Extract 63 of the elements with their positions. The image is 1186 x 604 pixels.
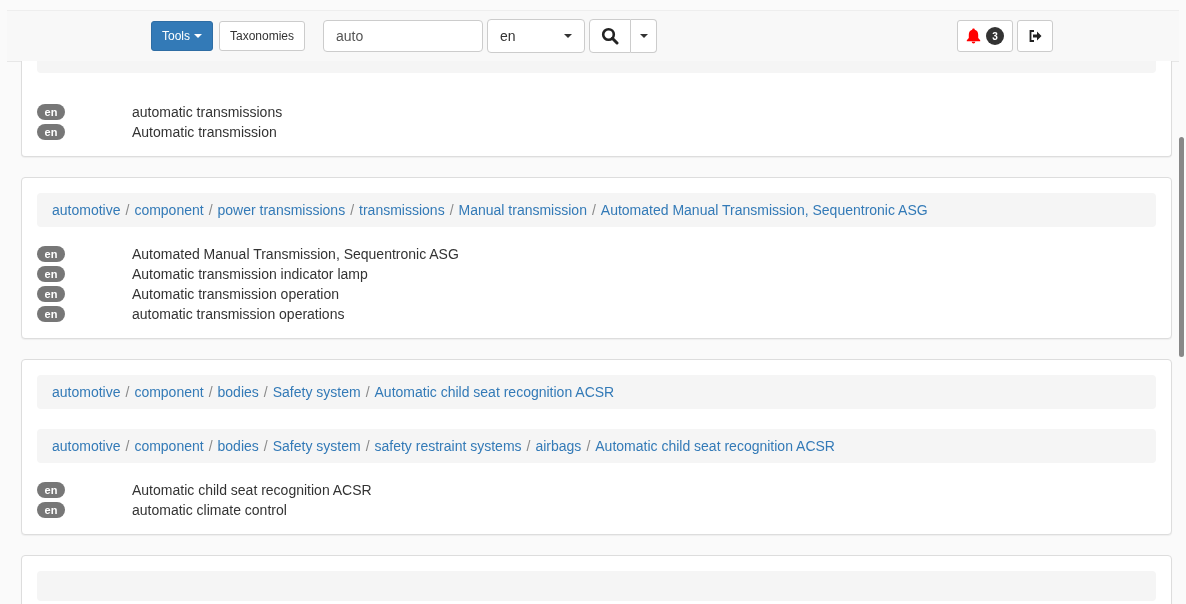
breadcrumb-link[interactable]: Automatic child seat recognition ACSR [374, 384, 615, 400]
language-select[interactable]: en [487, 19, 586, 53]
language-badge: en [37, 502, 65, 518]
breadcrumb-separator: / [586, 438, 591, 454]
term-text: Automatic transmission operation [132, 286, 339, 302]
breadcrumb-link[interactable]: safety restraint systems [374, 438, 522, 454]
term-text: automatic climate control [132, 502, 287, 518]
breadcrumb-separator: / [263, 384, 268, 400]
breadcrumb-separator: / [125, 202, 130, 218]
breadcrumb-link[interactable]: Automated Manual Transmission, Sequentronic ASG [600, 202, 928, 218]
search-icon [601, 27, 620, 45]
language-badge: en [37, 124, 65, 140]
breadcrumb-link[interactable]: Safety system [272, 438, 361, 454]
language-badge: en [37, 104, 65, 120]
language-badge: en [37, 482, 65, 498]
breadcrumb-separator: / [449, 202, 454, 218]
breadcrumb-link[interactable]: power transmissions [217, 202, 346, 218]
breadcrumb-link[interactable]: airbags [535, 438, 582, 454]
breadcrumb-separator: / [125, 384, 130, 400]
scrollbar-thumb[interactable] [1179, 137, 1184, 357]
language-badge: en [37, 266, 65, 282]
language-badge: en [37, 306, 65, 322]
breadcrumb-link[interactable]: Safety system [272, 384, 361, 400]
logout-button[interactable] [1017, 20, 1054, 52]
search-button[interactable] [589, 19, 632, 53]
logout-icon [1028, 30, 1042, 42]
breadcrumb-link[interactable]: component [134, 438, 204, 454]
search-field[interactable]: auto [323, 20, 484, 52]
breadcrumb-separator: / [365, 438, 370, 454]
tools-button[interactable]: Tools [151, 21, 213, 51]
caret-icon [194, 34, 202, 38]
breadcrumb-separator: / [208, 438, 213, 454]
breadcrumb-link[interactable]: Automatic child seat recognition ACSR [595, 438, 835, 454]
bell-icon [966, 28, 982, 44]
breadcrumb-link[interactable]: bodies [217, 384, 259, 400]
term-text: Automatic transmission indicator lamp [132, 266, 368, 282]
breadcrumb-separator: / [125, 438, 130, 454]
breadcrumb-separator: / [208, 384, 213, 400]
breadcrumb-separator: / [208, 202, 213, 218]
breadcrumb-link[interactable]: bodies [217, 438, 259, 454]
language-badge: en [37, 286, 65, 302]
breadcrumb-separator: / [365, 384, 370, 400]
breadcrumb-link[interactable]: automotive [52, 438, 121, 454]
language-badge: en [37, 246, 65, 262]
breadcrumb-link[interactable]: transmissions [359, 202, 445, 218]
breadcrumb-separator: / [350, 202, 355, 218]
notifications-button[interactable]: 3 [957, 20, 1014, 52]
term-text: Automated Manual Transmission, Sequentronic ASG [132, 246, 459, 262]
term-text: Automatic child seat recognition ACSR [132, 482, 372, 498]
breadcrumb-separator: / [591, 202, 596, 218]
breadcrumb-link[interactable]: automotive [52, 202, 121, 218]
breadcrumb-link[interactable]: component [134, 384, 204, 400]
breadcrumb-link[interactable]: Manual transmission [458, 202, 587, 218]
breadcrumb-link[interactable]: automotive [52, 384, 121, 400]
term-text: Automatic transmission [132, 124, 277, 140]
caret-icon [639, 34, 648, 38]
term-text: automatic transmission operations [132, 306, 345, 322]
breadcrumb-separator: / [526, 438, 531, 454]
term-text: automatic transmissions [132, 104, 283, 120]
taxonomies-button[interactable]: Taxonomies [219, 21, 306, 51]
notification-count: 3 [986, 27, 1005, 45]
breadcrumb-separator: / [263, 438, 268, 454]
breadcrumb-link[interactable]: component [134, 202, 204, 218]
